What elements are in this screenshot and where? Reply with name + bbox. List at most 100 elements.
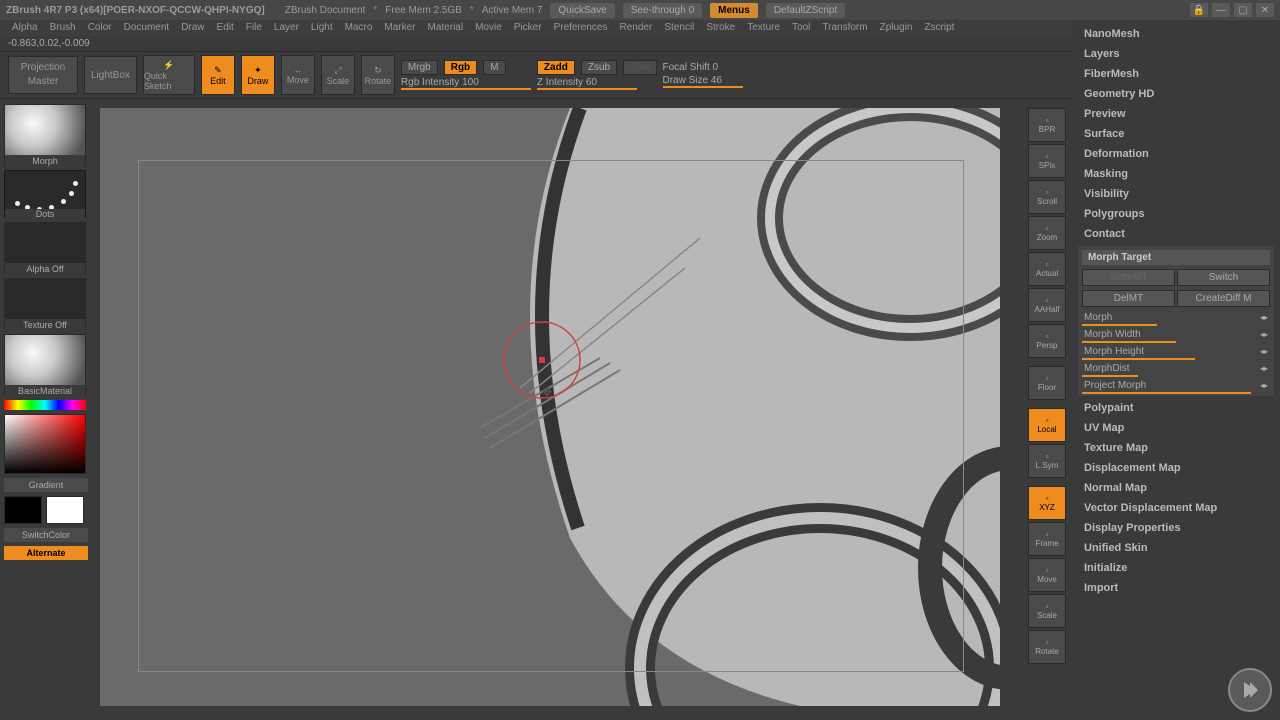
view-zoom-button[interactable]: ▫Zoom [1028, 216, 1066, 250]
move-button[interactable]: ↔Move [281, 55, 315, 95]
slider-morph[interactable]: Morph◂▸ [1082, 311, 1270, 324]
stroke-preview[interactable]: Dots [4, 170, 86, 218]
maximize-icon[interactable]: ▢ [1234, 3, 1252, 17]
focal-shift-slider[interactable]: Focal Shift 0 [663, 62, 743, 73]
slider-morphdist[interactable]: MorphDist◂▸ [1082, 362, 1270, 375]
menu-edit[interactable]: Edit [213, 22, 238, 34]
viewport[interactable]: ✥ [100, 108, 1000, 706]
panel-deformation[interactable]: Deformation [1078, 146, 1274, 162]
menu-picker[interactable]: Picker [510, 22, 546, 34]
menu-document[interactable]: Document [120, 22, 174, 34]
panel-vector-displacement-map[interactable]: Vector Displacement Map [1078, 500, 1274, 516]
panel-polypaint[interactable]: Polypaint [1078, 400, 1274, 416]
menu-transform[interactable]: Transform [818, 22, 871, 34]
edit-button[interactable]: ✎Edit [201, 55, 235, 95]
projection-master-button[interactable]: Projection Master [8, 56, 78, 94]
texture-preview[interactable]: Texture Off [4, 278, 86, 330]
hue-bar[interactable] [4, 400, 86, 410]
alpha-preview[interactable]: Alpha Off [4, 222, 86, 274]
view-bpr-button[interactable]: ▫BPR [1028, 108, 1066, 142]
switch-button[interactable]: Switch [1177, 269, 1270, 286]
menu-macro[interactable]: Macro [341, 22, 377, 34]
menu-alpha[interactable]: Alpha [8, 22, 42, 34]
view-actual-button[interactable]: ▫Actual [1028, 252, 1066, 286]
menu-light[interactable]: Light [307, 22, 337, 34]
panel-polygroups[interactable]: Polygroups [1078, 206, 1274, 222]
panel-contact[interactable]: Contact [1078, 226, 1274, 242]
color-picker[interactable] [4, 414, 86, 474]
panel-layers[interactable]: Layers [1078, 46, 1274, 62]
panel-import[interactable]: Import [1078, 580, 1274, 596]
view-floor-button[interactable]: ▫Floor [1028, 366, 1066, 400]
panel-nanomesh[interactable]: NanoMesh [1078, 26, 1274, 42]
draw-button[interactable]: ✦Draw [241, 55, 275, 95]
delmt-button[interactable]: DelMT [1082, 290, 1175, 307]
view-rotate-button[interactable]: ▫Rotate [1028, 630, 1066, 664]
mrgb-button[interactable]: Mrgb [401, 60, 438, 75]
menu-material[interactable]: Material [424, 22, 468, 34]
slider-morph-width[interactable]: Morph Width◂▸ [1082, 328, 1270, 341]
zadd-button[interactable]: Zadd [537, 60, 575, 75]
view-spix-button[interactable]: ▫SPix [1028, 144, 1066, 178]
gradient-label[interactable]: Gradient [4, 478, 88, 492]
alternate-button[interactable]: Alternate [4, 546, 88, 560]
zcut-button[interactable]: Zcut [623, 60, 656, 75]
menu-stencil[interactable]: Stencil [660, 22, 698, 34]
menu-stroke[interactable]: Stroke [702, 22, 739, 34]
slider-project-morph[interactable]: Project Morph◂▸ [1082, 379, 1270, 392]
quicksketch-button[interactable]: ⚡Quick Sketch [143, 55, 195, 95]
menu-layer[interactable]: Layer [270, 22, 303, 34]
minimize-icon[interactable]: — [1212, 3, 1230, 17]
menu-preferences[interactable]: Preferences [550, 22, 612, 34]
panel-display-properties[interactable]: Display Properties [1078, 520, 1274, 536]
panel-fibermesh[interactable]: FiberMesh [1078, 66, 1274, 82]
creatediff-button[interactable]: CreateDiff M [1177, 290, 1270, 307]
view-scale-button[interactable]: ▫Scale [1028, 594, 1066, 628]
lock-icon[interactable]: 🔒 [1190, 3, 1208, 17]
menu-color[interactable]: Color [84, 22, 116, 34]
switchcolor-button[interactable]: SwitchColor [4, 528, 88, 542]
panel-surface[interactable]: Surface [1078, 126, 1274, 142]
menu-file[interactable]: File [242, 22, 266, 34]
draw-size-slider[interactable]: Draw Size 46 [663, 75, 743, 88]
storemt-button[interactable]: StoreMT [1082, 269, 1175, 286]
close-icon[interactable]: ✕ [1256, 3, 1274, 17]
rgb-button[interactable]: Rgb [444, 60, 477, 75]
panel-masking[interactable]: Masking [1078, 166, 1274, 182]
rotate-button[interactable]: ↻Rotate [361, 55, 395, 95]
view-aahalf-button[interactable]: ▫AAHalf [1028, 288, 1066, 322]
view-xyz-button[interactable]: ▫XYZ [1028, 486, 1066, 520]
slider-morph-height[interactable]: Morph Height◂▸ [1082, 345, 1270, 358]
lightbox-button[interactable]: LightBox [84, 56, 137, 94]
play-button[interactable] [1228, 668, 1272, 712]
panel-initialize[interactable]: Initialize [1078, 560, 1274, 576]
menu-zscript[interactable]: Zscript [920, 22, 958, 34]
panel-geometry-hd[interactable]: Geometry HD [1078, 86, 1274, 102]
panel-texture-map[interactable]: Texture Map [1078, 440, 1274, 456]
scale-button[interactable]: ⤢Scale [321, 55, 355, 95]
view-frame-button[interactable]: ▫Frame [1028, 522, 1066, 556]
menus-button[interactable]: Menus [710, 3, 758, 18]
menu-render[interactable]: Render [616, 22, 657, 34]
rgb-intensity-slider[interactable]: Rgb Intensity 100 [401, 77, 531, 90]
morph-target-header[interactable]: Morph Target [1082, 250, 1270, 265]
view-persp-button[interactable]: ▫Persp [1028, 324, 1066, 358]
quicksave-button[interactable]: QuickSave [550, 3, 614, 18]
color-secondary[interactable] [46, 496, 84, 524]
panel-unified-skin[interactable]: Unified Skin [1078, 540, 1274, 556]
menu-movie[interactable]: Movie [471, 22, 506, 34]
material-preview[interactable]: BasicMaterial [4, 334, 86, 396]
panel-preview[interactable]: Preview [1078, 106, 1274, 122]
view-scroll-button[interactable]: ▫Scroll [1028, 180, 1066, 214]
menu-brush[interactable]: Brush [46, 22, 80, 34]
panel-uv-map[interactable]: UV Map [1078, 420, 1274, 436]
view-move-button[interactable]: ▫Move [1028, 558, 1066, 592]
menu-texture[interactable]: Texture [743, 22, 784, 34]
seethrough-slider[interactable]: See-through 0 [623, 3, 702, 18]
menu-tool[interactable]: Tool [788, 22, 814, 34]
menu-marker[interactable]: Marker [380, 22, 419, 34]
m-button[interactable]: M [483, 60, 505, 75]
color-main[interactable] [4, 496, 42, 524]
view-lsym-button[interactable]: ▫L.Sym [1028, 444, 1066, 478]
panel-displacement-map[interactable]: Displacement Map [1078, 460, 1274, 476]
